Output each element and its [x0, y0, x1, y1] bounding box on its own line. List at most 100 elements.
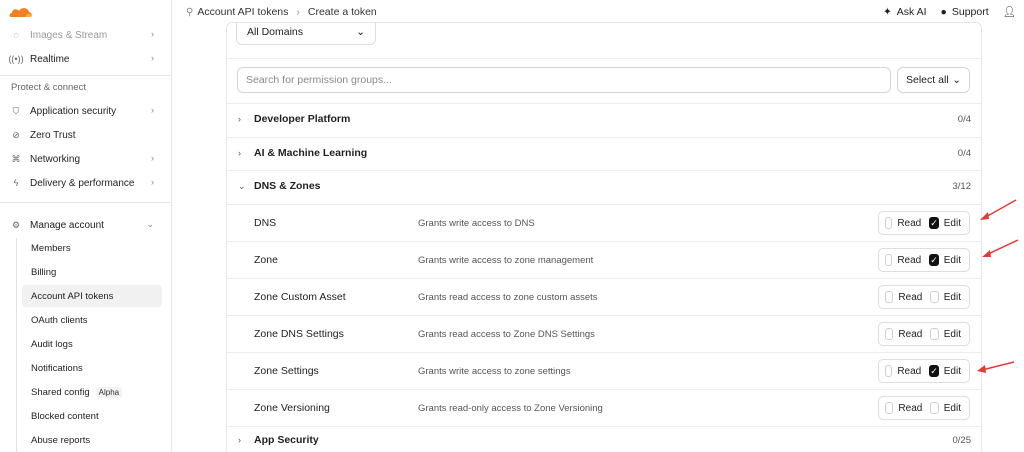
chevron-down-icon: ⌄ — [952, 74, 961, 86]
breadcrumb-current: Create a token — [307, 6, 377, 18]
read-checkbox[interactable] — [885, 254, 893, 266]
sidebar-section-label: Protect & connect — [11, 82, 86, 93]
chevron-right-icon: › — [238, 435, 241, 445]
chevron-right-icon: › — [151, 153, 154, 163]
group-ai-machine-learning[interactable]: › AI & Machine Learning — [238, 144, 367, 162]
sidebar-subitem-label: Blocked content — [31, 410, 99, 422]
sidebar-subitem-audit-logs[interactable]: Audit logs — [22, 333, 162, 355]
annotation-arrow — [980, 199, 1017, 220]
help-icon: ● — [940, 5, 947, 18]
breadcrumb-account-api-tokens[interactable]: Account API tokens — [197, 6, 288, 18]
sidebar-divider — [0, 202, 171, 203]
edit-label: Edit — [943, 365, 961, 377]
lightning-icon: ϟ — [13, 178, 19, 188]
user-menu-button[interactable]: 👤︎ — [1003, 5, 1016, 18]
divider — [227, 103, 981, 104]
select-all-button[interactable]: Select all ⌄ — [897, 67, 970, 93]
read-label: Read — [897, 254, 922, 266]
chevron-right-icon: › — [151, 105, 154, 115]
read-edit-toggle: Read ✓ Edit — [878, 248, 970, 272]
sidebar-item-manage-account[interactable]: ⚙ Manage account ⌄ — [6, 214, 162, 236]
sidebar-subitem-label: Account API tokens — [31, 290, 114, 302]
read-label: Read — [898, 402, 923, 414]
sidebar-item-application-security[interactable]: ⛉ Application security › — [6, 100, 162, 122]
permission-description: Grants read access to zone custom assets — [418, 292, 598, 303]
sidebar-subitem-label: OAuth clients — [31, 314, 88, 326]
ask-ai-button[interactable]: ✦ Ask AI — [883, 6, 927, 18]
sidebar-subitem-label: Members — [31, 242, 71, 254]
edit-checkbox[interactable]: ✓ — [929, 217, 939, 229]
alpha-badge: Alpha — [95, 386, 123, 398]
read-edit-toggle: Read ✓ Edit — [878, 359, 970, 383]
divider — [227, 352, 981, 353]
sidebar-subitem-members[interactable]: Members — [22, 237, 162, 259]
group-app-security[interactable]: › App Security — [238, 431, 319, 449]
domains-select[interactable]: All Domains ⌄ — [236, 22, 376, 45]
edit-checkbox[interactable] — [930, 402, 939, 414]
sidebar-subitem-notifications[interactable]: Notifications — [22, 357, 162, 379]
sidebar-subitem-blocked-content[interactable]: Blocked content — [22, 405, 162, 427]
sidebar-item-images-stream[interactable]: ◌ Images & Stream › — [6, 24, 162, 46]
sidebar-item-networking[interactable]: ⌘ Networking › — [6, 148, 162, 170]
edit-checkbox[interactable]: ✓ — [929, 254, 939, 266]
sidebar-item-label: Images & Stream — [30, 29, 108, 41]
sidebar-item-zero-trust[interactable]: ⊘ Zero Trust — [6, 124, 162, 146]
permission-name: Zone DNS Settings — [254, 328, 344, 340]
read-edit-toggle: Read Edit — [878, 322, 970, 346]
read-label: Read — [897, 217, 922, 229]
read-checkbox[interactable] — [885, 402, 894, 414]
chevron-down-icon: ⌄ — [146, 219, 154, 229]
breadcrumb-separator-icon: › — [296, 6, 300, 18]
divider — [227, 170, 981, 171]
edit-checkbox[interactable] — [930, 291, 939, 303]
read-edit-toggle: Read Edit — [878, 285, 970, 309]
sidebar-item-label: Realtime — [30, 53, 70, 65]
chevron-right-icon: › — [151, 29, 154, 39]
sidebar-divider — [0, 75, 171, 76]
sidebar-subitem-account-api-tokens[interactable]: Account API tokens — [22, 285, 162, 307]
zero-trust-icon: ⊘ — [12, 129, 20, 140]
sidebar-item-label: Application security — [30, 105, 117, 117]
read-edit-toggle: Read ✓ Edit — [878, 211, 970, 235]
read-label: Read — [898, 328, 923, 340]
sparkle-icon: ✦ — [882, 5, 892, 18]
read-checkbox[interactable] — [885, 217, 893, 229]
edit-checkbox[interactable] — [930, 328, 939, 340]
support-button[interactable]: ● Support — [941, 6, 989, 18]
chevron-down-icon: ⌄ — [238, 180, 246, 191]
ask-ai-label: Ask AI — [896, 5, 927, 18]
sidebar-item-delivery-performance[interactable]: ϟ Delivery & performance › — [6, 172, 162, 194]
images-icon: ◌ — [13, 30, 19, 40]
sidebar: ◌ Images & Stream › ((•)) Realtime › Pro… — [0, 0, 172, 452]
read-checkbox[interactable] — [885, 365, 893, 377]
read-checkbox[interactable] — [885, 291, 894, 303]
sidebar-subitem-shared-config[interactable]: Shared config Alpha — [22, 381, 162, 403]
permission-description: Grants read access to Zone DNS Settings — [418, 329, 595, 340]
edit-label: Edit — [943, 217, 961, 229]
sidebar-subitem-abuse-reports[interactable]: Abuse reports — [22, 429, 162, 451]
group-count: 0/4 — [957, 114, 971, 125]
group-dns-zones[interactable]: ⌄ DNS & Zones — [238, 177, 321, 195]
chevron-right-icon: › — [238, 114, 241, 124]
edit-label: Edit — [943, 254, 961, 266]
read-edit-toggle: Read Edit — [878, 396, 970, 420]
edit-label: Edit — [943, 402, 961, 414]
divider — [227, 137, 981, 138]
sidebar-subitem-oauth-clients[interactable]: OAuth clients — [22, 309, 162, 331]
group-count: 0/25 — [952, 435, 972, 446]
read-label: Read — [898, 291, 923, 303]
read-checkbox[interactable] — [885, 328, 894, 340]
realtime-icon: ((•)) — [8, 54, 24, 64]
annotation-arrow — [977, 361, 1015, 373]
group-count: 3/12 — [952, 181, 972, 192]
sidebar-item-realtime[interactable]: ((•)) Realtime › — [6, 48, 162, 70]
permission-search-input[interactable]: Search for permission groups... — [237, 67, 891, 93]
sidebar-subitem-billing[interactable]: Billing — [22, 261, 162, 283]
permission-description: Grants write access to DNS — [418, 218, 535, 229]
permission-name: Zone — [254, 254, 278, 266]
group-developer-platform[interactable]: › Developer Platform — [238, 110, 350, 128]
sidebar-subitem-label: Notifications — [31, 362, 83, 374]
cloudflare-logo[interactable] — [8, 5, 34, 19]
edit-checkbox[interactable]: ✓ — [929, 365, 939, 377]
search-placeholder: Search for permission groups... — [246, 74, 392, 86]
